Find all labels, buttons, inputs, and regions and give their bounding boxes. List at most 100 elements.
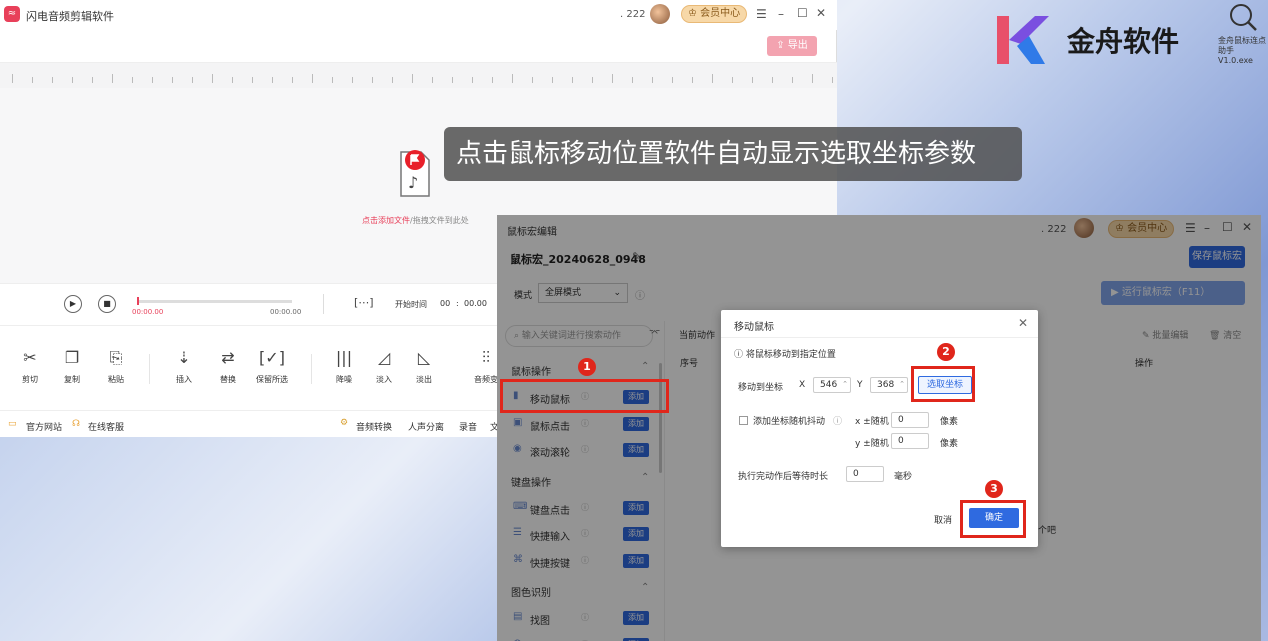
selection-icon[interactable]: [⋯] bbox=[354, 296, 374, 309]
colon-sep: : bbox=[456, 299, 459, 308]
y-value: 368 bbox=[877, 380, 895, 390]
file-label-line1: 金舟鼠标连点 bbox=[1218, 36, 1266, 45]
x-label: X bbox=[799, 380, 806, 390]
jitter-help-icon[interactable]: ⓘ bbox=[833, 414, 842, 427]
ruler-tick bbox=[352, 77, 353, 83]
cancel-button[interactable]: 取消 bbox=[934, 513, 952, 526]
app-logo-icon: ≈ bbox=[4, 6, 20, 22]
ruler-tick bbox=[752, 77, 753, 83]
ruler-tick bbox=[632, 77, 633, 83]
stepper-icon[interactable]: ⌃ bbox=[899, 377, 905, 391]
music-file-icon: ♪ bbox=[400, 150, 430, 197]
ruler-tick bbox=[232, 77, 233, 83]
ruler-tick bbox=[772, 77, 773, 83]
convert-link[interactable]: 音频转换 bbox=[356, 420, 392, 433]
play-icon[interactable]: ▶ bbox=[64, 295, 82, 313]
x-value: 546 bbox=[820, 380, 838, 390]
record-link[interactable]: 录音 bbox=[459, 420, 477, 433]
coord-label: 移动到坐标 bbox=[738, 383, 784, 393]
y-coordinate-input[interactable]: 368 ⌃ bbox=[870, 377, 908, 393]
step-badge-1: 1 bbox=[578, 358, 596, 376]
vip-label: 会员中心 bbox=[700, 8, 741, 19]
start-minutes[interactable]: 00 bbox=[440, 299, 450, 308]
pixel-unit: 像素 bbox=[940, 439, 959, 449]
start-seconds[interactable]: 00.00 bbox=[464, 299, 487, 308]
tool-insert[interactable]: ⇣ 插入 bbox=[164, 348, 204, 385]
progress-handle[interactable] bbox=[137, 297, 139, 305]
tool-replace[interactable]: ⇄ 替换 bbox=[208, 348, 248, 385]
divider bbox=[149, 354, 150, 384]
y-label: Y bbox=[857, 380, 863, 390]
tool-label: 粘贴 bbox=[108, 375, 124, 384]
tool-denoise[interactable]: ||| 降噪 bbox=[324, 348, 364, 385]
export-label: 导出 bbox=[787, 40, 808, 51]
dialog-close-icon[interactable]: ✕ bbox=[1018, 316, 1028, 330]
tool-scissors[interactable]: ✂ 剪切 bbox=[10, 348, 50, 385]
ruler-tick bbox=[312, 74, 313, 83]
highlight-pick-coordinate bbox=[911, 366, 975, 402]
stop-icon[interactable]: ■ bbox=[98, 295, 116, 313]
add-file-link[interactable]: 点击添加文件 bbox=[362, 216, 410, 225]
tool-paste[interactable]: ⎘ 粘贴 bbox=[96, 348, 136, 385]
ruler-tick bbox=[392, 77, 393, 83]
desktop-file-label[interactable]: 金舟鼠标连点 助手V1.0.exe bbox=[1218, 36, 1268, 66]
tool-label: 剪切 bbox=[22, 375, 38, 384]
ruler-tick bbox=[612, 74, 613, 83]
editor-titlebar: ≈ 闪电音频剪辑软件 . 222 ♔ 会员中心 ☰ – ☐ ✕ bbox=[0, 0, 837, 30]
progress-bar[interactable] bbox=[138, 300, 292, 303]
highlight-move-mouse bbox=[500, 379, 669, 413]
ruler-tick bbox=[132, 77, 133, 83]
stepper-icon[interactable]: ⌃ bbox=[842, 377, 848, 391]
highlight-confirm bbox=[960, 500, 1026, 538]
tool-label: 插入 bbox=[176, 375, 192, 384]
ms-unit: 毫秒 bbox=[894, 472, 913, 482]
drag-hint: /拖拽文件到此处 bbox=[410, 216, 469, 225]
tool-fade-in[interactable]: ◿ 淡入 bbox=[364, 348, 404, 385]
tool-copy[interactable]: ❐ 复制 bbox=[52, 348, 92, 385]
ruler-tick bbox=[552, 77, 553, 83]
ruler-tick bbox=[372, 77, 373, 83]
step-badge-3: 3 bbox=[985, 480, 1003, 498]
y-rand-input[interactable]: 0 bbox=[891, 433, 929, 449]
dialog-info: ⓘ 将鼠标移动到指定位置 bbox=[734, 347, 836, 360]
avatar[interactable] bbox=[650, 4, 670, 24]
ruler-tick bbox=[532, 77, 533, 83]
website-link[interactable]: 官方网站 bbox=[26, 420, 62, 433]
pixel-unit: 像素 bbox=[940, 417, 959, 427]
ruler-tick bbox=[672, 77, 673, 83]
time-end: 00:00.00 bbox=[270, 308, 302, 316]
jitter-label: 添加坐标随机抖动 bbox=[753, 417, 826, 427]
tool-label: 淡出 bbox=[416, 375, 432, 384]
jitter-checkbox[interactable] bbox=[739, 416, 748, 425]
ruler-tick bbox=[732, 77, 733, 83]
x-coordinate-input[interactable]: 546 ⌃ bbox=[813, 377, 851, 393]
export-button[interactable]: ⇪ 导出 bbox=[767, 36, 817, 56]
minimize-icon[interactable]: – bbox=[778, 7, 784, 21]
menu-icon[interactable]: ☰ bbox=[756, 7, 767, 21]
tool-keep-selection[interactable]: [✓] 保留所选 bbox=[252, 348, 292, 385]
insert-icon: ⇣ bbox=[177, 348, 191, 367]
ruler-tick bbox=[472, 77, 473, 83]
replace-icon: ⇄ bbox=[221, 348, 235, 367]
separate-link[interactable]: 人声分离 bbox=[408, 420, 444, 433]
search-icon bbox=[1230, 4, 1257, 31]
paste-icon: ⎘ bbox=[109, 348, 123, 367]
support-link[interactable]: 在线客服 bbox=[88, 420, 124, 433]
ruler-tick bbox=[432, 77, 433, 83]
brand-logo-icon bbox=[997, 16, 1049, 64]
tool-label: 淡入 bbox=[376, 375, 392, 384]
maximize-icon[interactable]: ☐ bbox=[797, 6, 808, 20]
divider bbox=[311, 354, 312, 384]
time-start: 00:00.00 bbox=[132, 308, 164, 316]
fade-in-icon: ◿ bbox=[377, 348, 391, 367]
ruler-tick bbox=[52, 77, 53, 83]
tool-fade-out[interactable]: ◺ 淡出 bbox=[404, 348, 444, 385]
vip-center-button[interactable]: ♔ 会员中心 bbox=[681, 5, 748, 23]
ruler-tick bbox=[292, 77, 293, 83]
close-icon[interactable]: ✕ bbox=[816, 6, 826, 20]
scissors-icon: ✂ bbox=[23, 348, 37, 367]
ruler-tick bbox=[272, 77, 273, 83]
ruler-tick bbox=[192, 77, 193, 83]
x-rand-input[interactable]: 0 bbox=[891, 412, 929, 428]
wait-input[interactable]: 0 bbox=[846, 466, 884, 482]
